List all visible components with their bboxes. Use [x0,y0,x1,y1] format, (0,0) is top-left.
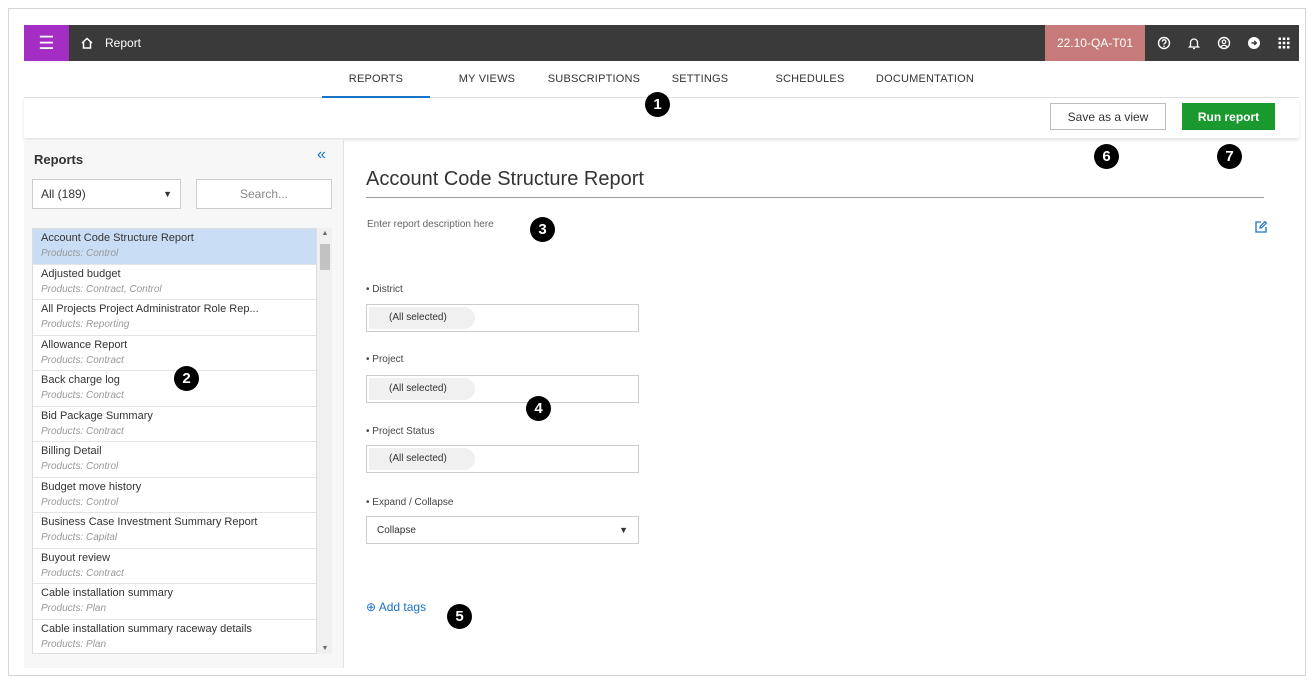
list-item-name: Allowance Report [41,338,128,351]
collapse-sidebar-icon[interactable]: « [317,146,326,164]
list-item-name: Cable installation summary raceway detai… [41,622,252,635]
list-item-name: Business Case Investment Summary Report [41,516,258,528]
bell-icon[interactable] [1179,25,1209,61]
apps-grid-icon[interactable] [1269,25,1299,61]
list-item-products: Products: Control [41,461,119,472]
expand-collapse-select[interactable]: Collapse ▼ [366,516,639,544]
tab-subscriptions[interactable]: SUBSCRIPTIONS [544,61,644,98]
list-item[interactable]: All Projects Project Administrator Role … [33,300,331,336]
list-item-products: Products: Control [41,496,119,508]
list-item-products: Products: Control [41,248,119,259]
list-item[interactable]: Adjusted budget Products: Contract, Cont… [33,265,331,300]
logout-icon[interactable] [1239,25,1269,61]
list-item-products: Products: Plan [41,603,107,614]
list-item[interactable]: Account Code Structure Report Products: … [33,229,331,265]
app-title: Report [105,36,142,50]
list-item-name: Bid Package Summary [41,409,153,422]
environment-badge: 22.10-QA-T01 [1044,25,1145,61]
project-status-value: (All selected) [369,448,475,470]
add-tags-link[interactable]: ⊕ Add tags [366,600,426,614]
tab-documentation[interactable]: DOCUMENTATION [870,61,980,98]
list-item-products: Products: Contract [41,354,124,366]
district-value: (All selected) [369,307,475,329]
list-scrollbar[interactable]: ▲ ▼ [316,228,332,654]
user-icon[interactable] [1209,25,1239,61]
list-item[interactable]: Billing Detail Products: Control [33,442,331,478]
list-item-products: Products: Plan [41,638,107,650]
tab-reports[interactable]: REPORTS [322,61,430,98]
list-item-products: Products: Contract [41,567,124,579]
report-filter-select[interactable]: All (189) ▼ [32,179,181,209]
callout-marker: 7 [1217,144,1242,169]
list-item-name: Account Code Structure Report [41,232,194,244]
district-field[interactable]: (All selected) [366,304,639,332]
list-item-name: Buyout review [41,551,111,564]
report-list: Account Code Structure Report Products: … [32,228,332,654]
list-item-name: All Projects Project Administrator Role … [41,303,259,315]
report-title: Account Code Structure Report [366,168,644,190]
list-item[interactable]: Budget move history Products: Control [33,478,331,513]
tab-schedules[interactable]: SCHEDULES [770,61,850,98]
list-item-products: Products: Reporting [41,319,130,330]
project-status-field[interactable]: (All selected) [366,445,639,473]
sidebar-title: Reports [34,152,84,167]
top-bar: ☰ Report 22.10-QA-T01 [24,25,1299,61]
tab-my-views[interactable]: MY VIEWS [442,61,532,98]
list-item-products: Products: Contract [41,425,124,437]
scroll-down-icon[interactable]: ▼ [317,645,333,652]
list-item-name: Budget move history [41,480,142,493]
save-as-view-button[interactable]: Save as a view [1050,103,1166,130]
chevron-down-icon: ▼ [619,525,628,535]
callout-marker: 5 [447,604,472,629]
list-item[interactable]: Bid Package Summary Products: Contract [33,407,331,442]
project-label: • Project [366,354,404,365]
search-input[interactable] [196,179,332,209]
run-report-button[interactable]: Run report [1182,103,1275,130]
project-value: (All selected) [369,378,475,400]
scrollbar-thumb[interactable] [320,244,330,270]
callout-marker: 6 [1094,144,1119,169]
list-item[interactable]: Business Case Investment Summary Report … [33,513,331,549]
callout-marker: 3 [530,217,555,242]
district-label: • District [366,284,403,295]
project-field[interactable]: (All selected) [366,375,639,403]
list-item-products: Products: Contract, Control [41,283,162,295]
expand-collapse-value: Collapse [377,524,416,536]
callout-marker: 1 [645,92,670,117]
list-item-name: Billing Detail [41,445,102,457]
tab-settings[interactable]: SETTINGS [664,61,736,98]
title-divider [366,197,1264,198]
edit-icon[interactable] [1254,220,1268,239]
list-item-name: Adjusted budget [41,267,121,280]
chevron-down-icon: ▼ [163,189,172,199]
expand-collapse-label: • Expand / Collapse [366,497,454,508]
reports-sidebar: Reports « All (189) ▼ Account Code Struc… [24,140,344,668]
filter-value: All (189) [41,187,86,201]
home-icon[interactable] [69,25,105,61]
help-icon[interactable] [1149,25,1179,61]
report-detail: Account Code Structure Report Enter repo… [345,140,1298,668]
list-item-name: Cable installation summary [41,587,174,599]
scroll-up-icon[interactable]: ▲ [317,230,333,237]
list-item[interactable]: Cable installation summary Products: Pla… [33,584,331,620]
project-status-label: • Project Status [366,426,435,437]
list-item[interactable]: Buyout review Products: Contract [33,549,331,584]
report-description[interactable]: Enter report description here [367,219,494,230]
list-item-products: Products: Capital [41,532,118,543]
list-item[interactable]: Cable installation summary raceway detai… [33,620,331,654]
callout-marker: 2 [174,366,199,391]
hamburger-icon[interactable]: ☰ [24,25,69,61]
callout-marker: 4 [526,396,551,421]
